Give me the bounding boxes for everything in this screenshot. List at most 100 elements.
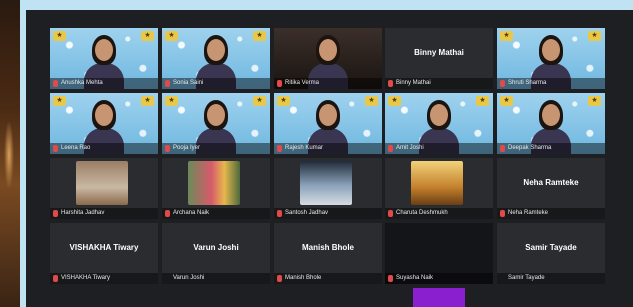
background-logo-icon: ★ xyxy=(141,31,154,41)
participant-name-bar: Leena Rao xyxy=(50,143,158,154)
participant-name-label: Santosh Jadhav xyxy=(285,210,329,216)
background-logo-icon: ★ xyxy=(500,96,513,106)
participant-name-label: Ritika Verma xyxy=(285,80,320,86)
participant-name-bar: Pooja Iyer xyxy=(162,143,270,154)
participant-tile[interactable]: ★ ★ Deepak Sharma xyxy=(497,93,605,154)
participant-name-label: Binny Mathai xyxy=(396,80,431,86)
participant-video xyxy=(413,288,465,307)
participant-tile[interactable]: Binny Mathai Binny Mathai xyxy=(385,28,493,89)
profile-picture xyxy=(300,161,352,205)
participant-tile[interactable]: Santosh Jadhav xyxy=(274,158,382,219)
profile-picture xyxy=(411,161,463,205)
participant-name-label: Shruti Sharma xyxy=(508,80,547,86)
participant-name-label: VISHAKHA Tiwary xyxy=(61,275,111,281)
participant-tile[interactable]: Charuta Deshmukh xyxy=(385,158,493,219)
participant-name-bar: Charuta Deshmukh xyxy=(385,208,493,219)
participant-tile[interactable]: ★ ★ Amit Joshi xyxy=(385,93,493,154)
participant-name-bar: Manish Bhole xyxy=(274,273,382,284)
mic-muted-icon xyxy=(388,80,393,87)
background-logo-icon: ★ xyxy=(53,96,66,106)
participant-display-name: Manish Bhole xyxy=(301,243,354,252)
participant-name-bar: Sonia Saini xyxy=(162,78,270,89)
background-logo-icon: ★ xyxy=(277,96,290,106)
background-logo-icon: ★ xyxy=(365,96,378,106)
profile-picture xyxy=(76,161,128,205)
participant-tile[interactable]: ★ ★ Leena Rao xyxy=(50,93,158,154)
participant-name-bar: Deepak Sharma xyxy=(497,143,605,154)
participant-display-name: VISHAKHA Tiwary xyxy=(69,243,139,252)
participant-name-bar: Suyasha Naik xyxy=(385,273,493,284)
participant-name-label: Rajesh Kumar xyxy=(285,145,324,151)
participant-name-bar: Neha Ramteke xyxy=(497,208,605,219)
mic-muted-icon xyxy=(500,145,505,152)
profile-picture xyxy=(188,161,240,205)
participant-name-bar: Santosh Jadhav xyxy=(274,208,382,219)
participant-tile[interactable]: Harshita Jadhav xyxy=(50,158,158,219)
background-logo-icon: ★ xyxy=(588,31,601,41)
participant-name-label: Neha Ramteke xyxy=(508,210,549,216)
mic-muted-icon xyxy=(277,275,282,282)
participant-name-bar: Archana Naik xyxy=(162,208,270,219)
mic-muted-icon xyxy=(165,80,170,87)
participant-name-label: Anushka Mehta xyxy=(61,80,103,86)
participant-tile[interactable]: ★ ★ Rajesh Kumar xyxy=(274,93,382,154)
participant-name-label: Harshita Jadhav xyxy=(61,210,105,216)
mic-muted-icon xyxy=(388,210,393,217)
participant-display-name: Neha Ramteke xyxy=(523,178,579,187)
participant-name-bar: Varun Joshi xyxy=(162,273,270,284)
mic-muted-icon xyxy=(53,80,58,87)
participant-name-bar: Rajesh Kumar xyxy=(274,143,382,154)
background-logo-icon: ★ xyxy=(253,96,266,106)
participant-tile[interactable]: ★ ★ Sonia Saini xyxy=(162,28,270,89)
participant-tile[interactable]: Varun Joshi Varun Joshi xyxy=(162,223,270,284)
background-logo-icon: ★ xyxy=(388,96,401,106)
participant-name-label: Archana Naik xyxy=(173,210,210,216)
participant-name-bar: Samir Tayade xyxy=(497,273,605,284)
left-side-image-strip xyxy=(0,0,20,307)
participant-name-label: Suyasha Naik xyxy=(396,275,434,281)
participant-display-name: Binny Mathai xyxy=(414,48,464,57)
participant-name-label: Deepak Sharma xyxy=(508,145,552,151)
mic-muted-icon xyxy=(277,210,282,217)
mic-muted-icon xyxy=(388,145,393,152)
participant-tile[interactable]: ★ ★ Pooja Iyer xyxy=(162,93,270,154)
background-logo-icon: ★ xyxy=(500,31,513,41)
participant-name-bar: Shruti Sharma xyxy=(497,78,605,89)
mic-muted-icon xyxy=(388,275,393,282)
participant-tile[interactable]: Manish Bhole Manish Bhole xyxy=(274,223,382,284)
participant-tile[interactable]: Ritika Verma xyxy=(274,28,382,89)
participant-name-label: Charuta Deshmukh xyxy=(396,210,448,216)
participant-tile[interactable]: Samir Tayade Samir Tayade xyxy=(497,223,605,284)
participant-name-bar: Anushka Mehta xyxy=(50,78,158,89)
participant-tile[interactable]: Neha Ramteke Neha Ramteke xyxy=(497,158,605,219)
participant-name-bar: Binny Mathai xyxy=(385,78,493,89)
meeting-gallery-view: ★ ★ Anushka Mehta ★ ★ Sonia Saini Ritika Verma… xyxy=(26,10,633,307)
participant-name-bar: Harshita Jadhav xyxy=(50,208,158,219)
participant-name-label: Amit Joshi xyxy=(396,145,424,151)
participant-name-bar: Amit Joshi xyxy=(385,143,493,154)
participant-tile[interactable]: Suyasha Naik xyxy=(385,223,493,284)
participant-name-bar: Ritika Verma xyxy=(274,78,382,89)
background-logo-icon: ★ xyxy=(476,96,489,106)
participant-name-label: Samir Tayade xyxy=(508,275,545,281)
participant-display-name: Samir Tayade xyxy=(525,243,577,252)
mic-muted-icon xyxy=(500,210,505,217)
mic-muted-icon xyxy=(53,145,58,152)
participant-name-label: Varun Joshi xyxy=(173,275,205,281)
participant-tile[interactable]: ★ ★ Shruti Sharma xyxy=(497,28,605,89)
background-logo-icon: ★ xyxy=(165,31,178,41)
participant-name-label: Pooja Iyer xyxy=(173,145,201,151)
mic-muted-icon xyxy=(165,210,170,217)
participant-tile[interactable] xyxy=(413,288,465,307)
participant-tile[interactable]: ★ ★ Anushka Mehta xyxy=(50,28,158,89)
mic-muted-icon xyxy=(500,80,505,87)
participant-tile[interactable]: VISHAKHA Tiwary VISHAKHA Tiwary xyxy=(50,223,158,284)
mic-muted-icon xyxy=(277,145,282,152)
mic-muted-icon xyxy=(277,80,282,87)
participant-name-label: Leena Rao xyxy=(61,145,91,151)
mic-muted-icon xyxy=(165,145,170,152)
participant-name-label: Sonia Saini xyxy=(173,80,204,86)
background-logo-icon: ★ xyxy=(253,31,266,41)
participant-name-label: Manish Bhole xyxy=(285,275,322,281)
participant-tile[interactable]: Archana Naik xyxy=(162,158,270,219)
